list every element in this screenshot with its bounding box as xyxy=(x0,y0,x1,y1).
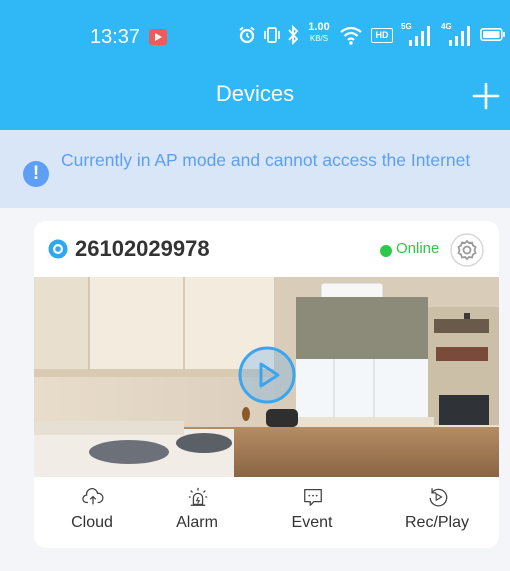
cloud-label: Cloud xyxy=(71,514,113,531)
warning-icon: ! xyxy=(23,161,49,187)
bluetooth-icon xyxy=(288,25,299,45)
hd-label: HD xyxy=(375,30,389,40)
status-bar: 13:37 1.00 KB/S HD 5G 4G xyxy=(0,0,510,78)
alarm-button[interactable]: Alarm xyxy=(139,477,255,548)
rec-play-button[interactable]: Rec/Play xyxy=(379,477,495,548)
vibrate-icon xyxy=(264,27,280,43)
signal-icon: 5G xyxy=(401,22,435,46)
net-speed-unit: KB/S xyxy=(309,34,329,43)
plus-icon xyxy=(472,82,500,110)
status-time: 13:37 xyxy=(90,26,141,48)
event-label: Event xyxy=(291,514,333,531)
replay-icon xyxy=(429,488,448,507)
banner-message: Currently in AP mode and cannot access t… xyxy=(61,150,471,170)
rec-play-label: Rec/Play xyxy=(404,514,470,531)
ap-mode-banner: ! Currently in AP mode and cannot access… xyxy=(0,130,510,208)
alarm-siren-icon xyxy=(188,487,208,506)
wifi-icon xyxy=(340,26,362,45)
app-header: 13:37 1.00 KB/S HD 5G 4G Devices xyxy=(0,0,510,130)
online-status-label: Online xyxy=(396,240,440,257)
device-actions: Cloud Alarm Event Rec/Play xyxy=(34,477,499,548)
net-speed: 1.00 KB/S xyxy=(305,22,333,44)
event-message-icon xyxy=(304,489,322,506)
device-card: 26102029978 Online Cloud Alarm Event Rec… xyxy=(34,221,499,548)
page-title: Devices xyxy=(215,81,295,106)
online-status-dot xyxy=(380,245,392,257)
camera-device-icon xyxy=(48,239,68,259)
status-icons: 1.00 KB/S HD 5G 4G xyxy=(238,20,508,50)
device-settings-button[interactable] xyxy=(450,233,484,267)
gear-icon xyxy=(457,239,477,261)
device-id: 26102029978 xyxy=(75,236,210,261)
event-button[interactable]: Event xyxy=(254,477,370,548)
screen-record-icon xyxy=(149,29,167,45)
signal-icon-2: 4G xyxy=(441,22,475,46)
add-device-button[interactable] xyxy=(470,80,502,112)
hd-indicator: HD xyxy=(371,28,393,43)
cloud-button[interactable]: Cloud xyxy=(34,477,150,548)
net-speed-value: 1.00 xyxy=(308,21,330,33)
cloud-upload-icon xyxy=(82,488,104,505)
battery-icon xyxy=(480,28,505,41)
play-button[interactable] xyxy=(237,345,297,405)
alarm-label: Alarm xyxy=(176,514,218,531)
alarm-clock-icon xyxy=(239,26,255,44)
